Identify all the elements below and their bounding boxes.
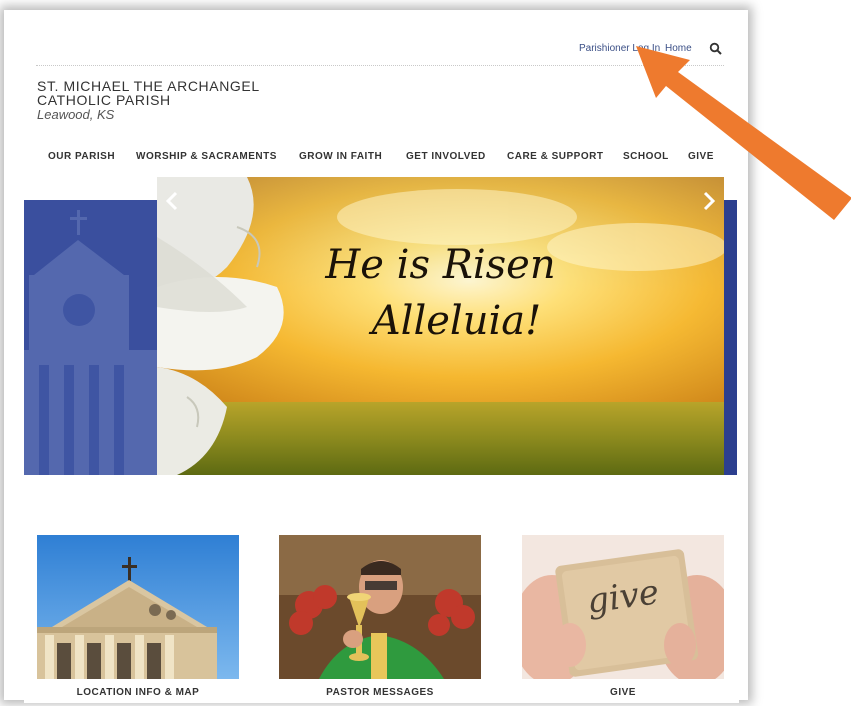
card-label: LOCATION INFO & MAP	[76, 687, 200, 698]
nav-item-grow-in-faith[interactable]: GROW IN FAITH	[299, 151, 382, 162]
chevron-left-icon[interactable]	[161, 189, 185, 213]
nav-item-care-support[interactable]: CARE & SUPPORT	[507, 151, 603, 162]
annotation-arrow	[636, 46, 851, 220]
feature-cards: LOCATION INFO & MAP PASTOR MESSAGES give…	[24, 535, 739, 703]
hero-headline: He is Risen Alleluia!	[157, 237, 724, 349]
hero-headline-line-1: He is Risen	[325, 242, 556, 288]
card-pastor-messages[interactable]: PASTOR MESSAGES	[279, 535, 481, 698]
church-building-image	[37, 535, 239, 679]
nav-item-our-parish[interactable]: OUR PARISH	[48, 151, 115, 162]
hero-headline-line-2: Alleluia!	[371, 298, 542, 344]
nav-item-worship-sacraments[interactable]: WORSHIP & SACRAMENTS	[136, 151, 277, 162]
card-location-info[interactable]: LOCATION INFO & MAP	[37, 535, 239, 698]
brand-line-2: CATHOLIC PARISH	[37, 92, 171, 108]
card-label: GIVE	[610, 687, 636, 698]
brand-location: Leawood, KS	[37, 107, 115, 122]
nav-item-get-involved[interactable]: GET INVOLVED	[406, 151, 486, 162]
card-give[interactable]: give GIVE	[522, 535, 724, 698]
give-hands-image: give	[522, 535, 724, 679]
site-brand[interactable]: ST. MICHAEL THE ARCHANGEL CATHOLIC PARIS…	[37, 79, 260, 123]
brand-line-1: ST. MICHAEL THE ARCHANGEL	[37, 78, 260, 94]
card-label: PASTOR MESSAGES	[326, 687, 434, 698]
church-silhouette-image	[24, 200, 157, 475]
utility-nav: Parishioner Log In Home	[24, 35, 724, 65]
priest-chalice-image	[279, 535, 481, 679]
